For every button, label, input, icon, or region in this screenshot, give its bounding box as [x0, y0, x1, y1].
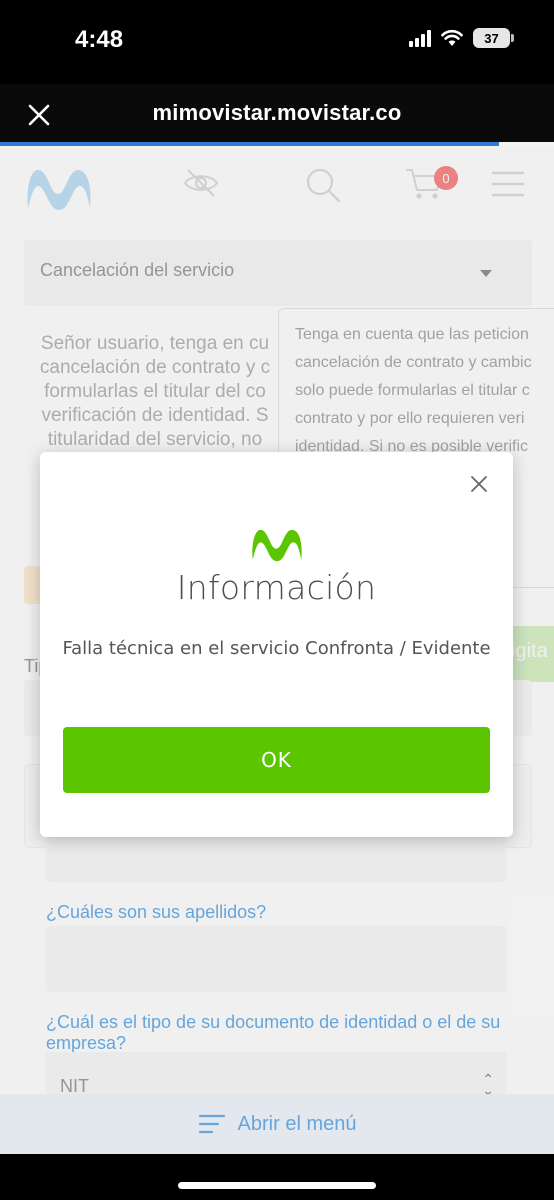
cellular-signal-icon: [409, 29, 431, 47]
ok-button[interactable]: OK: [63, 727, 490, 793]
home-indicator[interactable]: [178, 1182, 376, 1189]
status-icons: 37: [409, 28, 514, 48]
movistar-logo-icon: [252, 529, 302, 562]
browser-toolbar: mimovistar.movistar.co: [0, 84, 554, 142]
clock: 4:48: [75, 26, 124, 53]
info-dialog: Información Falla técnica en el servicio…: [40, 452, 513, 837]
dialog-title: Información: [176, 568, 377, 607]
status-bar: 4:48 37: [0, 0, 554, 84]
wifi-icon: [441, 29, 463, 46]
web-page: 0 Cancelación del servicio Señor usuario…: [0, 146, 554, 1154]
battery-icon: 37: [473, 28, 514, 48]
close-icon[interactable]: [469, 474, 489, 494]
dialog-message: Falla técnica en el servicio Confronta /…: [62, 638, 491, 659]
url-label: mimovistar.movistar.co: [152, 100, 402, 125]
home-indicator-area: [0, 1154, 554, 1200]
